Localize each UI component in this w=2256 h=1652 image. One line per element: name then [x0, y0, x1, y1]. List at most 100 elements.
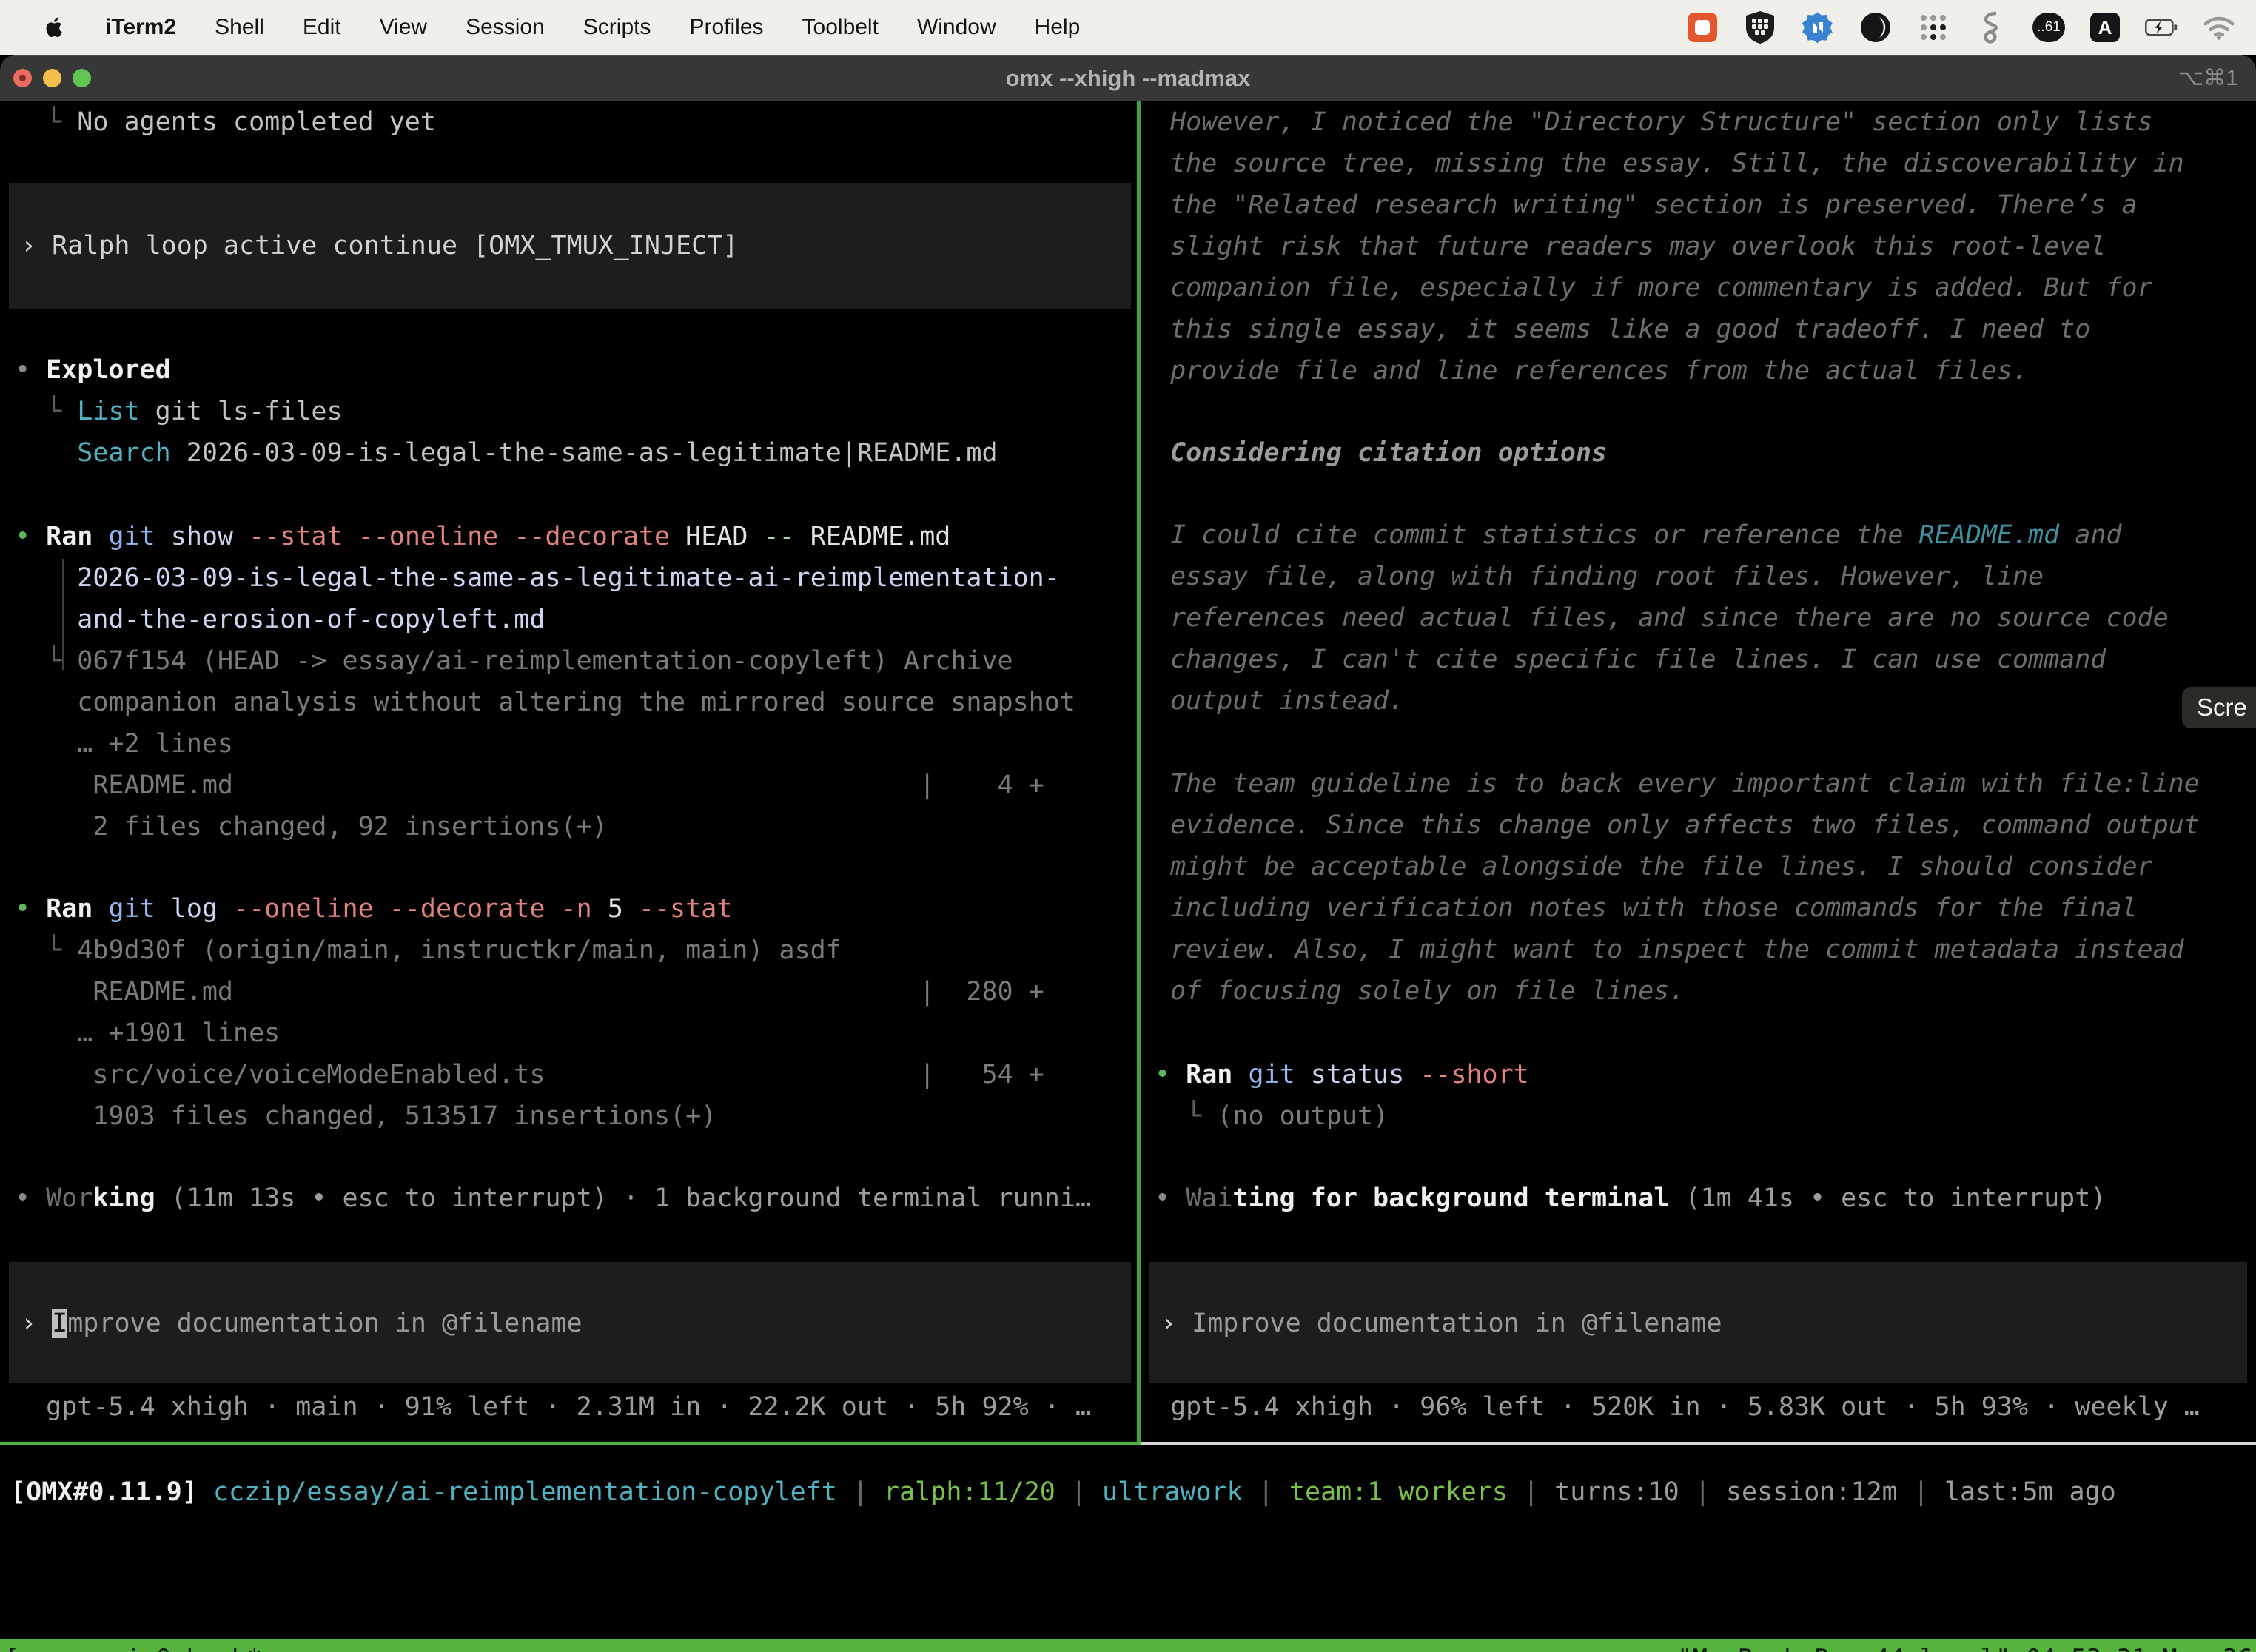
terminal-text-segment [93, 894, 108, 924]
terminal-text-segment: List [77, 397, 139, 426]
terminal-line: • Ran git status --short [1155, 1054, 2256, 1095]
terminal-text-segment: | [837, 1477, 884, 1507]
menu-profiles[interactable]: Profiles [689, 15, 763, 40]
terminal-line: this single essay, it seems like a good … [1155, 309, 2256, 350]
terminal-line: companion file, especially if more comme… [1155, 267, 2256, 309]
menu-scripts[interactable]: Scripts [583, 15, 651, 40]
terminal-text-segment: | 280 + [919, 977, 1044, 1007]
pie-chart-icon[interactable] [1859, 11, 1892, 44]
terminal-line: › Ralph loop active continue [OMX_TMUX_I… [21, 225, 1124, 266]
menu-window[interactable]: Window [917, 15, 996, 40]
terminal-line: provide file and line references from th… [1155, 350, 2256, 392]
keyboard-layout-icon[interactable]: A [2090, 13, 2120, 42]
terminal-line: 2026-03-09-is-legal-the-same-as-legitima… [15, 557, 1137, 599]
menu-session[interactable]: Session [466, 15, 545, 40]
screen-share-overlay-chip[interactable]: Scre [2182, 687, 2256, 728]
terminal-text-segment: (1m 41s • esc to interrupt) [1669, 1183, 2106, 1213]
terminal-line: The team guideline is to back every impo… [1155, 763, 2256, 805]
terminal-line: • Explored [15, 349, 1137, 391]
terminal-line: essay file, along with finding root file… [1155, 556, 2256, 597]
terminal-line: the "Related research writing" section i… [1155, 184, 2256, 226]
terminal-text-segment: No agents completed yet [77, 107, 436, 137]
terminal-line: Search 2026-03-09-is-legal-the-same-as-l… [15, 432, 1137, 474]
terminal-line: including verification notes with those … [1155, 887, 2256, 929]
terminal-line: review. Also, I might want to inspect th… [1155, 929, 2256, 970]
prompt-input-right[interactable]: › Improve documentation in @filename [1149, 1262, 2247, 1383]
menu-toolbelt[interactable]: Toolbelt [802, 15, 879, 40]
terminal-text-segment: … +1901 lines [15, 1018, 280, 1048]
window-shortcut-badge: ⌥⌘1 [2178, 56, 2238, 103]
terminal-line: • Ran git show --stat --oneline --decora… [15, 516, 1137, 557]
terminal-line: • Ran git log --oneline --decorate -n 5 … [15, 888, 1137, 930]
keypad-shield-icon[interactable] [1744, 11, 1776, 44]
terminal-line: and-the-erosion-of-copyleft.md [15, 599, 1137, 640]
terminal-text-segment: └ [15, 936, 77, 965]
terminal-text-segment: turns:10 [1554, 1477, 1679, 1507]
apple-menu-icon[interactable] [41, 13, 67, 42]
terminal-text-segment: the source tree, missing the essay. Stil… [1155, 149, 2184, 178]
terminal-text-segment: git [1248, 1060, 1295, 1089]
iterm2-window: omx --xhigh --madmax ⌥⌘1 └ No agents com… [0, 55, 2256, 1652]
terminal-text-segment: › [21, 1309, 52, 1338]
tmux-host-clock: "MacBook-Pro-44.local" 04:52 31-Mar-26 [1677, 1639, 2253, 1652]
terminal-text-segment: Search [77, 438, 170, 468]
terminal-text-segment: The team guideline is to back every impo… [1155, 769, 2200, 799]
menu-iterm2[interactable]: iTerm2 [105, 15, 176, 40]
terminal-text-segment: changes, I can't cite specific file line… [1155, 645, 2106, 674]
terminal-text-segment: • [15, 1183, 46, 1213]
blue-badge-icon[interactable] [1802, 11, 1834, 44]
terminal-text-segment: gpt-5.4 xhigh · 96% left · 520K in · 5.8… [1155, 1392, 2200, 1422]
terminal-text-segment: the "Related research writing" section i… [1155, 190, 2138, 220]
terminal-text-segment: (no output) [1217, 1101, 1389, 1131]
terminal-content: └ No agents completed yet• Explored └ Li… [0, 101, 2256, 1652]
battery-icon[interactable] [2145, 11, 2178, 44]
terminal-text-segment: • [15, 355, 46, 385]
prompt-input-left[interactable]: › Improve documentation in @filename [9, 1262, 1131, 1383]
counter-badge-icon[interactable]: ..61 [2032, 13, 2065, 42]
terminal-text-segment: README.md [795, 522, 951, 551]
terminal-text-segment: Wai [1186, 1183, 1232, 1213]
terminal-text-segment: (11m 13s • esc to interrupt) · 1 backgro… [155, 1183, 1091, 1213]
terminal-text-segment: companion analysis without altering the … [15, 688, 1075, 717]
terminal-text-segment: --oneline --decorate -n [233, 894, 592, 924]
terminal-text-segment: | [1508, 1477, 1554, 1507]
chat-app-icon[interactable] [1686, 11, 1719, 44]
menu-shell[interactable]: Shell [215, 15, 264, 40]
terminal-text-segment [93, 522, 108, 551]
window-titlebar[interactable]: omx --xhigh --madmax ⌥⌘1 [0, 55, 2256, 103]
terminal-line: gpt-5.4 xhigh · main · 91% left · 2.31M … [15, 1386, 1137, 1428]
menu-help[interactable]: Help [1035, 15, 1081, 40]
terminal-text-segment: HEAD [670, 522, 763, 551]
squiggle-icon[interactable] [1975, 11, 2007, 44]
terminal-text-segment: src/voice/voiceModeEnabled.ts [15, 1054, 919, 1095]
terminal-line: slight risk that future readers may over… [1155, 226, 2256, 267]
tmux-session-label[interactable]: [omx-cczip0:bash* [4, 1639, 262, 1652]
terminal-text-segment: Ran [1186, 1060, 1232, 1089]
tmux-status-bar: [omx-cczip0:bash* "MacBook-Pro-44.local"… [0, 1639, 2256, 1652]
dots-grid-icon[interactable] [1917, 11, 1950, 44]
terminal-line: README.md| 4 + [15, 765, 1137, 806]
terminal-text-segment: | [1243, 1477, 1289, 1507]
terminal-text-segment: | [1055, 1477, 1102, 1507]
terminal-line: └ 4b9d30f (origin/main, instructkr/main,… [15, 930, 1137, 971]
terminal-text-segment: --stat --oneline --decorate [249, 522, 670, 551]
terminal-text-segment: --stat [639, 894, 732, 924]
terminal-line: └ (no output) [1155, 1095, 2256, 1137]
pane-divider[interactable] [1137, 101, 1141, 1445]
terminal-text-segment: … +2 lines [15, 729, 233, 759]
terminal-text-segment: 5 [592, 894, 639, 924]
terminal-text-segment: log [155, 894, 233, 924]
terminal-text-segment: 067f154 (HEAD -> essay/ai-reimplementati… [77, 646, 1013, 676]
menubar-menus: iTerm2 Shell Edit View Session Scripts P… [0, 13, 1080, 42]
terminal-text-segment: README.md [15, 765, 919, 806]
terminal-line: … +2 lines [15, 723, 1137, 765]
wifi-icon[interactable] [2203, 11, 2235, 44]
terminal-text-segment: and [2059, 520, 2121, 550]
terminal-text-segment: However, I noticed the "Directory Struct… [1155, 107, 2153, 137]
terminal-text-segment: output instead. [1155, 686, 1404, 716]
menu-view[interactable]: View [380, 15, 427, 40]
terminal-text-segment: Ran [46, 522, 93, 551]
terminal-text-segment: Explored [46, 355, 171, 385]
terminal-text-segment: | [1679, 1477, 1726, 1507]
menu-edit[interactable]: Edit [303, 15, 341, 40]
